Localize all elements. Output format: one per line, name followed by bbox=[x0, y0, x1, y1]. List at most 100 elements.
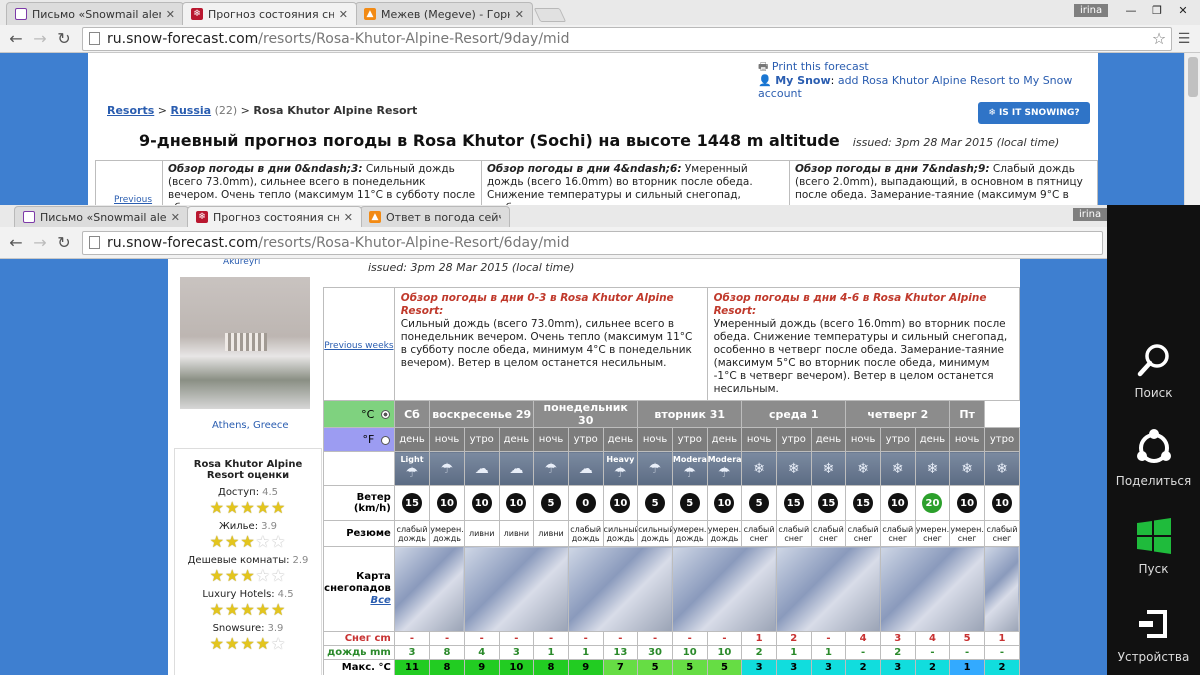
breadcrumb-country[interactable]: Russia bbox=[170, 104, 211, 117]
period-header: утро bbox=[671, 427, 708, 452]
photo-top-caption[interactable]: Akureyri bbox=[223, 259, 260, 267]
weather-icon-cell: Heavy ☂ bbox=[602, 451, 639, 486]
charm-share[interactable]: Поделиться bbox=[1116, 428, 1191, 488]
radio-selected-icon[interactable] bbox=[380, 410, 390, 419]
restore-icon[interactable]: ❐ bbox=[1144, 4, 1170, 17]
snow-map-thumbnail[interactable] bbox=[463, 546, 569, 632]
snow-cm-cell: - bbox=[393, 631, 431, 646]
tab-snow-forecast[interactable]: ❄ Прогноз состояния снега ✕ bbox=[187, 206, 362, 227]
summary-cell: сильный дождь bbox=[637, 520, 673, 547]
reload-icon[interactable]: ↻ bbox=[52, 233, 76, 252]
breadcrumb-resorts[interactable]: Resorts bbox=[107, 104, 154, 117]
print-link[interactable]: Print this forecast bbox=[772, 60, 869, 73]
snow-cm-cell: - bbox=[706, 631, 743, 646]
tab-mail[interactable]: Письмо «Snowmail alert ( ✕ bbox=[14, 206, 189, 227]
tmax-cell: 7 bbox=[602, 659, 639, 675]
snow-map-thumbnail[interactable] bbox=[393, 546, 465, 632]
snow-map-thumbnail[interactable] bbox=[671, 546, 777, 632]
tab-mail[interactable]: Письмо «Snowmail alert ( ✕ bbox=[6, 2, 184, 25]
is-it-snowing-label: IS IT SNOWING? bbox=[998, 108, 1080, 118]
summary-text: Сильный дождь (всего 73.0mm), сильнее вс… bbox=[400, 318, 693, 369]
profile-label[interactable]: irina bbox=[1074, 4, 1109, 17]
snow-map-thumbnail[interactable] bbox=[983, 546, 1021, 632]
mysnow-label[interactable]: My Snow bbox=[775, 74, 830, 87]
photo-caption[interactable]: Athens, Greece bbox=[212, 420, 289, 431]
weather-label: Moderate bbox=[707, 455, 742, 464]
close-window-icon[interactable]: ✕ bbox=[1170, 4, 1196, 17]
snow-map-all-link[interactable]: Все bbox=[324, 595, 390, 607]
close-tab-icon[interactable]: ✕ bbox=[171, 211, 180, 224]
reload-icon[interactable]: ↻ bbox=[52, 29, 76, 48]
radio-unselected-icon[interactable] bbox=[380, 435, 390, 445]
period-header: день bbox=[393, 427, 431, 452]
summary-cell: умерен. снег bbox=[949, 520, 985, 547]
close-tab-icon[interactable]: ✕ bbox=[515, 8, 524, 21]
snow-map-thumbnail[interactable] bbox=[775, 546, 881, 632]
weather-icon-cell: ❄ bbox=[845, 451, 881, 486]
scrollbar-thumb[interactable] bbox=[1188, 57, 1198, 97]
summary-days-7-9: Обзор погоды в дни 7&ndash;9: Слабый дож… bbox=[790, 161, 1097, 205]
tab-snow-forecast[interactable]: ❄ Прогноз состояния снега ✕ bbox=[182, 2, 357, 25]
weather-icon-cell: ❄ bbox=[810, 451, 847, 486]
wind-cell: 15 bbox=[845, 485, 881, 521]
charm-label: Поделиться bbox=[1115, 474, 1192, 488]
previous-weeks-link[interactable]: Previous weeks bbox=[324, 341, 393, 351]
star-icon: ★ bbox=[209, 566, 225, 585]
forward-icon[interactable]: → bbox=[28, 29, 52, 48]
wind-arrow-icon: 10 bbox=[506, 493, 527, 513]
charm-search[interactable]: Поиск bbox=[1134, 340, 1174, 400]
wind-arrow-icon: 15 bbox=[818, 493, 839, 513]
charm-start[interactable]: Пуск bbox=[1134, 516, 1174, 576]
tab-title: Прогноз состояния снега bbox=[213, 210, 339, 224]
period-header: ночь bbox=[845, 427, 881, 452]
period-header: ночь bbox=[533, 427, 569, 452]
snow-cm-cell: 4 bbox=[845, 631, 881, 646]
new-tab-button[interactable] bbox=[533, 8, 567, 22]
prev-weeks-cell: Previous weeks bbox=[323, 287, 395, 401]
tmax-cell: 9 bbox=[463, 659, 500, 675]
address-bar[interactable]: ru.snow-forecast.com/resorts/Rosa-Khutor… bbox=[82, 26, 1172, 51]
back-icon[interactable]: ← bbox=[4, 233, 28, 252]
star-icon: ★ bbox=[255, 498, 272, 517]
profile-label[interactable]: irina bbox=[1073, 208, 1108, 221]
forward-icon[interactable]: → bbox=[28, 233, 52, 252]
back-icon[interactable]: ← bbox=[4, 29, 28, 48]
tab-megeve[interactable]: ▲ Межев (Megeve) - Горнол ✕ bbox=[355, 2, 533, 25]
wind-cell: 10 bbox=[706, 485, 743, 521]
tab-weather-answer[interactable]: ▲ Ответ в погода сейчас ( bbox=[360, 206, 510, 227]
rain-mm-cell: 1 bbox=[775, 645, 812, 660]
is-it-snowing-button[interactable]: ❄ IS IT SNOWING? bbox=[978, 102, 1090, 124]
snow-cm-cell: - bbox=[671, 631, 708, 646]
top-page-content: 🖶 Print this forecast 👤 My Snow: add Ros… bbox=[0, 53, 1200, 205]
minimize-icon[interactable]: — bbox=[1118, 4, 1144, 17]
snow-map-thumbnail[interactable] bbox=[567, 546, 673, 632]
snow-map-thumbnail[interactable] bbox=[879, 546, 985, 632]
bookmark-star-icon[interactable]: ☆ bbox=[1147, 29, 1171, 48]
charm-devices[interactable]: Устройства bbox=[1118, 604, 1189, 664]
rain-mm-cell: 4 bbox=[463, 645, 500, 660]
address-bar[interactable]: ru.snow-forecast.com/resorts/Rosa-Khutor… bbox=[82, 230, 1103, 255]
rating-stars: ★★★★★ bbox=[175, 566, 321, 585]
wind-row-label: Ветер (km/h) bbox=[323, 485, 395, 521]
weather-row-label bbox=[323, 451, 395, 486]
summary-days-0-3: Обзор погоды в дни 0&ndash;3: Сильный до… bbox=[163, 161, 482, 205]
url-path: /resorts/Rosa-Khutor-Alpine-Resort/6day/… bbox=[258, 234, 570, 251]
resort-photo[interactable] bbox=[180, 277, 310, 409]
close-tab-icon[interactable]: ✕ bbox=[166, 8, 175, 21]
close-tab-icon[interactable]: ✕ bbox=[344, 211, 353, 224]
snow-icon: ❄ bbox=[822, 460, 835, 477]
rain-icon: ☂ bbox=[544, 460, 558, 477]
unit-fahrenheit-toggle[interactable]: °F bbox=[323, 427, 395, 452]
summary-cell: слабый дождь bbox=[393, 520, 431, 547]
cloud-icon: ☁ bbox=[578, 460, 593, 477]
star-icon: ★ bbox=[240, 566, 256, 585]
rain-mm-cell: 13 bbox=[602, 645, 639, 660]
close-tab-icon[interactable]: ✕ bbox=[339, 8, 348, 21]
rating-stars: ★★★★★ bbox=[175, 498, 321, 517]
rating-label: Жилье: bbox=[219, 521, 259, 532]
previous-link[interactable]: Previous bbox=[114, 195, 152, 205]
top-scrollbar[interactable] bbox=[1184, 53, 1200, 205]
summary-days-0-3: Обзор погоды в дни 0-3 в Rosa Khutor Alp… bbox=[393, 287, 708, 401]
menu-icon[interactable]: ☰ bbox=[1172, 31, 1196, 47]
unit-celsius-toggle[interactable]: °C bbox=[323, 400, 395, 428]
